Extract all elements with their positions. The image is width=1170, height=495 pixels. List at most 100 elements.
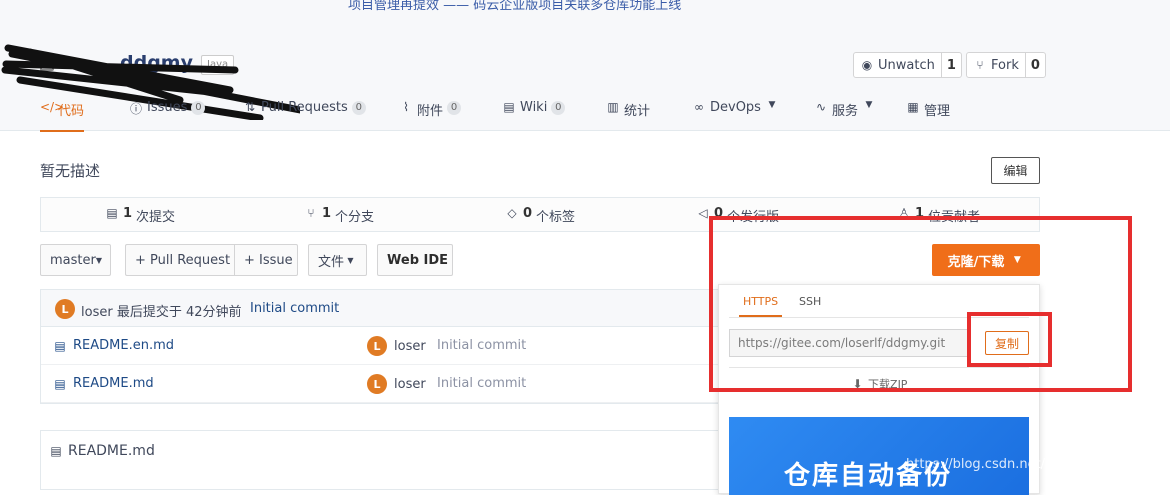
branches-label: 个分支 bbox=[335, 210, 375, 225]
pull-request-icon: ⇅ bbox=[244, 100, 256, 114]
contributors-label: 位贡献者 bbox=[928, 210, 981, 225]
tab-manage[interactable]: ▦ 管理 bbox=[906, 98, 950, 132]
file-commit-message[interactable]: Initial commit bbox=[437, 338, 526, 353]
infinity-icon: ∞ bbox=[694, 100, 704, 114]
user-icon: ♙ bbox=[898, 206, 910, 220]
popup-tab-divider bbox=[729, 317, 1029, 318]
file-name[interactable]: README.md bbox=[73, 376, 154, 391]
tab-wiki-label: Wiki bbox=[520, 100, 548, 115]
new-issue-button[interactable]: + Issue bbox=[234, 244, 298, 276]
tab-attachments[interactable]: ⌇ 附件 0 bbox=[399, 98, 462, 132]
branch-icon: ⑂ bbox=[307, 206, 315, 220]
language-badge: Java bbox=[201, 55, 235, 75]
releases-label: 个发行版 bbox=[727, 210, 780, 225]
file-author-name[interactable]: loser bbox=[394, 377, 426, 392]
repo-icon bbox=[40, 56, 54, 71]
attachments-count-badge: 0 bbox=[447, 101, 462, 115]
clone-url-input[interactable]: https://gitee.com/loserlf/ddgmy.git bbox=[729, 329, 969, 357]
stat-contributors[interactable]: ♙ 1 位贡献者 bbox=[897, 206, 980, 225]
tab-services[interactable]: ∿ 服务 ▼ bbox=[814, 98, 876, 132]
avatar[interactable]: L bbox=[55, 299, 75, 319]
tab-stats-label: 统计 bbox=[624, 104, 651, 119]
fork-button-group[interactable]: ⑂ Fork 0 bbox=[966, 52, 1046, 78]
issue-icon: ⓘ bbox=[129, 102, 142, 116]
tab-issues-label: Issues bbox=[147, 100, 188, 115]
repo-description: 暂无描述 bbox=[40, 162, 101, 180]
paperclip-icon: ⌇ bbox=[403, 100, 409, 114]
fork-count[interactable]: 0 bbox=[1026, 53, 1045, 77]
fork-label: Fork bbox=[991, 57, 1019, 73]
eye-icon: ◉ bbox=[861, 58, 873, 72]
tab-devops-label: DevOps bbox=[710, 100, 761, 115]
web-ide-button[interactable]: Web IDE bbox=[377, 244, 453, 276]
readme-title-text: README.md bbox=[68, 443, 155, 459]
new-pull-request-button[interactable]: + Pull Request bbox=[125, 244, 235, 276]
watch-count[interactable]: 1 bbox=[942, 53, 961, 77]
commit-icon: ▤ bbox=[106, 206, 118, 220]
releases-count: 0 bbox=[714, 206, 724, 221]
file-link[interactable]: ▤ README.md bbox=[53, 376, 154, 391]
branch-select-label: master bbox=[50, 252, 96, 268]
fork-button[interactable]: ⑂ Fork bbox=[967, 53, 1026, 77]
table-row: ▤ README.en.md L loser Initial commit bbox=[41, 327, 721, 365]
file-menu-button[interactable]: 文件 ▼ bbox=[308, 244, 367, 276]
copy-button[interactable]: 复制 bbox=[985, 331, 1029, 355]
caret-down-icon: ▼ bbox=[1013, 255, 1021, 265]
tab-code-label: 代码 bbox=[58, 104, 85, 119]
file-icon: ▤ bbox=[50, 444, 62, 458]
file-author[interactable]: L loser bbox=[367, 336, 426, 356]
tab-stats[interactable]: ▥ 统计 bbox=[606, 98, 650, 132]
stat-releases[interactable]: ◁ 0 个发行版 bbox=[696, 206, 779, 225]
clone-download-button[interactable]: 克隆/下载 ▼ bbox=[932, 244, 1040, 276]
tags-label: 个标签 bbox=[536, 210, 576, 225]
readme-panel: ▤ README.md bbox=[40, 430, 720, 490]
download-zip-link[interactable]: ⬇ 下载ZIP bbox=[729, 367, 1029, 391]
tab-issues[interactable]: ⓘ Issues 0 bbox=[129, 98, 206, 132]
banner-text[interactable]: 项目管理再提效 —— 码云企业版项目关联多仓库功能上线 bbox=[348, 0, 681, 13]
repo-header: ddgmy Java ◉ Unwatch 1 ⑂ Fork 0 </> 代码 ⓘ… bbox=[0, 22, 1170, 132]
repo-name[interactable]: ddgmy bbox=[120, 52, 193, 74]
latest-commit-message[interactable]: Initial commit bbox=[250, 301, 339, 316]
wiki-count-badge: 0 bbox=[551, 101, 566, 115]
unwatch-button[interactable]: ◉ Unwatch bbox=[854, 53, 942, 77]
repo-title[interactable]: ddgmy bbox=[40, 52, 193, 74]
fork-icon: ⑂ bbox=[976, 58, 984, 72]
watermark: https://blog.csdn.net/xiaoxiaobai250 bbox=[906, 457, 1144, 472]
avatar[interactable]: L bbox=[367, 336, 387, 356]
tab-pull-requests-label: Pull Requests bbox=[261, 100, 348, 115]
stat-branches[interactable]: ⑂ 1 个分支 bbox=[304, 206, 374, 225]
file-list: ▤ README.en.md L loser Initial commit ▤ … bbox=[40, 327, 721, 404]
file-link[interactable]: ▤ README.en.md bbox=[53, 338, 174, 353]
tab-code[interactable]: </> 代码 bbox=[40, 98, 85, 132]
edit-button[interactable]: 编辑 bbox=[991, 157, 1040, 184]
issues-count-badge: 0 bbox=[191, 101, 206, 115]
watch-button-group[interactable]: ◉ Unwatch 1 bbox=[853, 52, 962, 78]
latest-commit-info: loser 最后提交于 42分钟前 bbox=[81, 305, 242, 320]
file-author-name[interactable]: loser bbox=[394, 339, 426, 354]
file-icon: ▤ bbox=[54, 338, 66, 353]
file-name[interactable]: README.en.md bbox=[73, 338, 174, 353]
avatar[interactable]: L bbox=[367, 374, 387, 394]
readme-title: ▤ README.md bbox=[49, 443, 155, 459]
table-row: ▤ README.md L loser Initial commit bbox=[41, 365, 721, 403]
tab-ssh[interactable]: SSH bbox=[795, 295, 825, 317]
tab-wiki[interactable]: ▤ Wiki 0 bbox=[502, 98, 566, 132]
promo-banner[interactable]: 仓库自动备份 bbox=[729, 417, 1029, 495]
branches-count: 1 bbox=[322, 206, 332, 221]
release-icon: ◁ bbox=[698, 206, 708, 220]
tags-count: 0 bbox=[523, 206, 533, 221]
branch-select[interactable]: master ▼ bbox=[40, 244, 111, 276]
tab-attachments-label: 附件 bbox=[417, 104, 444, 119]
bar-chart-icon: ▥ bbox=[607, 100, 619, 114]
stat-tags[interactable]: ◇ 0 个标签 bbox=[505, 206, 575, 225]
file-author[interactable]: L loser bbox=[367, 374, 426, 394]
tab-manage-label: 管理 bbox=[924, 104, 951, 119]
tab-pull-requests[interactable]: ⇅ Pull Requests 0 bbox=[243, 98, 366, 132]
tab-https[interactable]: HTTPS bbox=[739, 295, 783, 317]
file-commit-message[interactable]: Initial commit bbox=[437, 376, 526, 391]
tab-devops[interactable]: ∞ DevOps ▼ bbox=[692, 98, 779, 132]
caret-down-icon: ▼ bbox=[865, 100, 873, 110]
stat-commits[interactable]: ▤ 1 次提交 bbox=[105, 206, 175, 225]
announcement-banner[interactable]: 项目管理再提效 —— 码云企业版项目关联多仓库功能上线 bbox=[0, 0, 1170, 22]
commits-count: 1 bbox=[123, 206, 133, 221]
